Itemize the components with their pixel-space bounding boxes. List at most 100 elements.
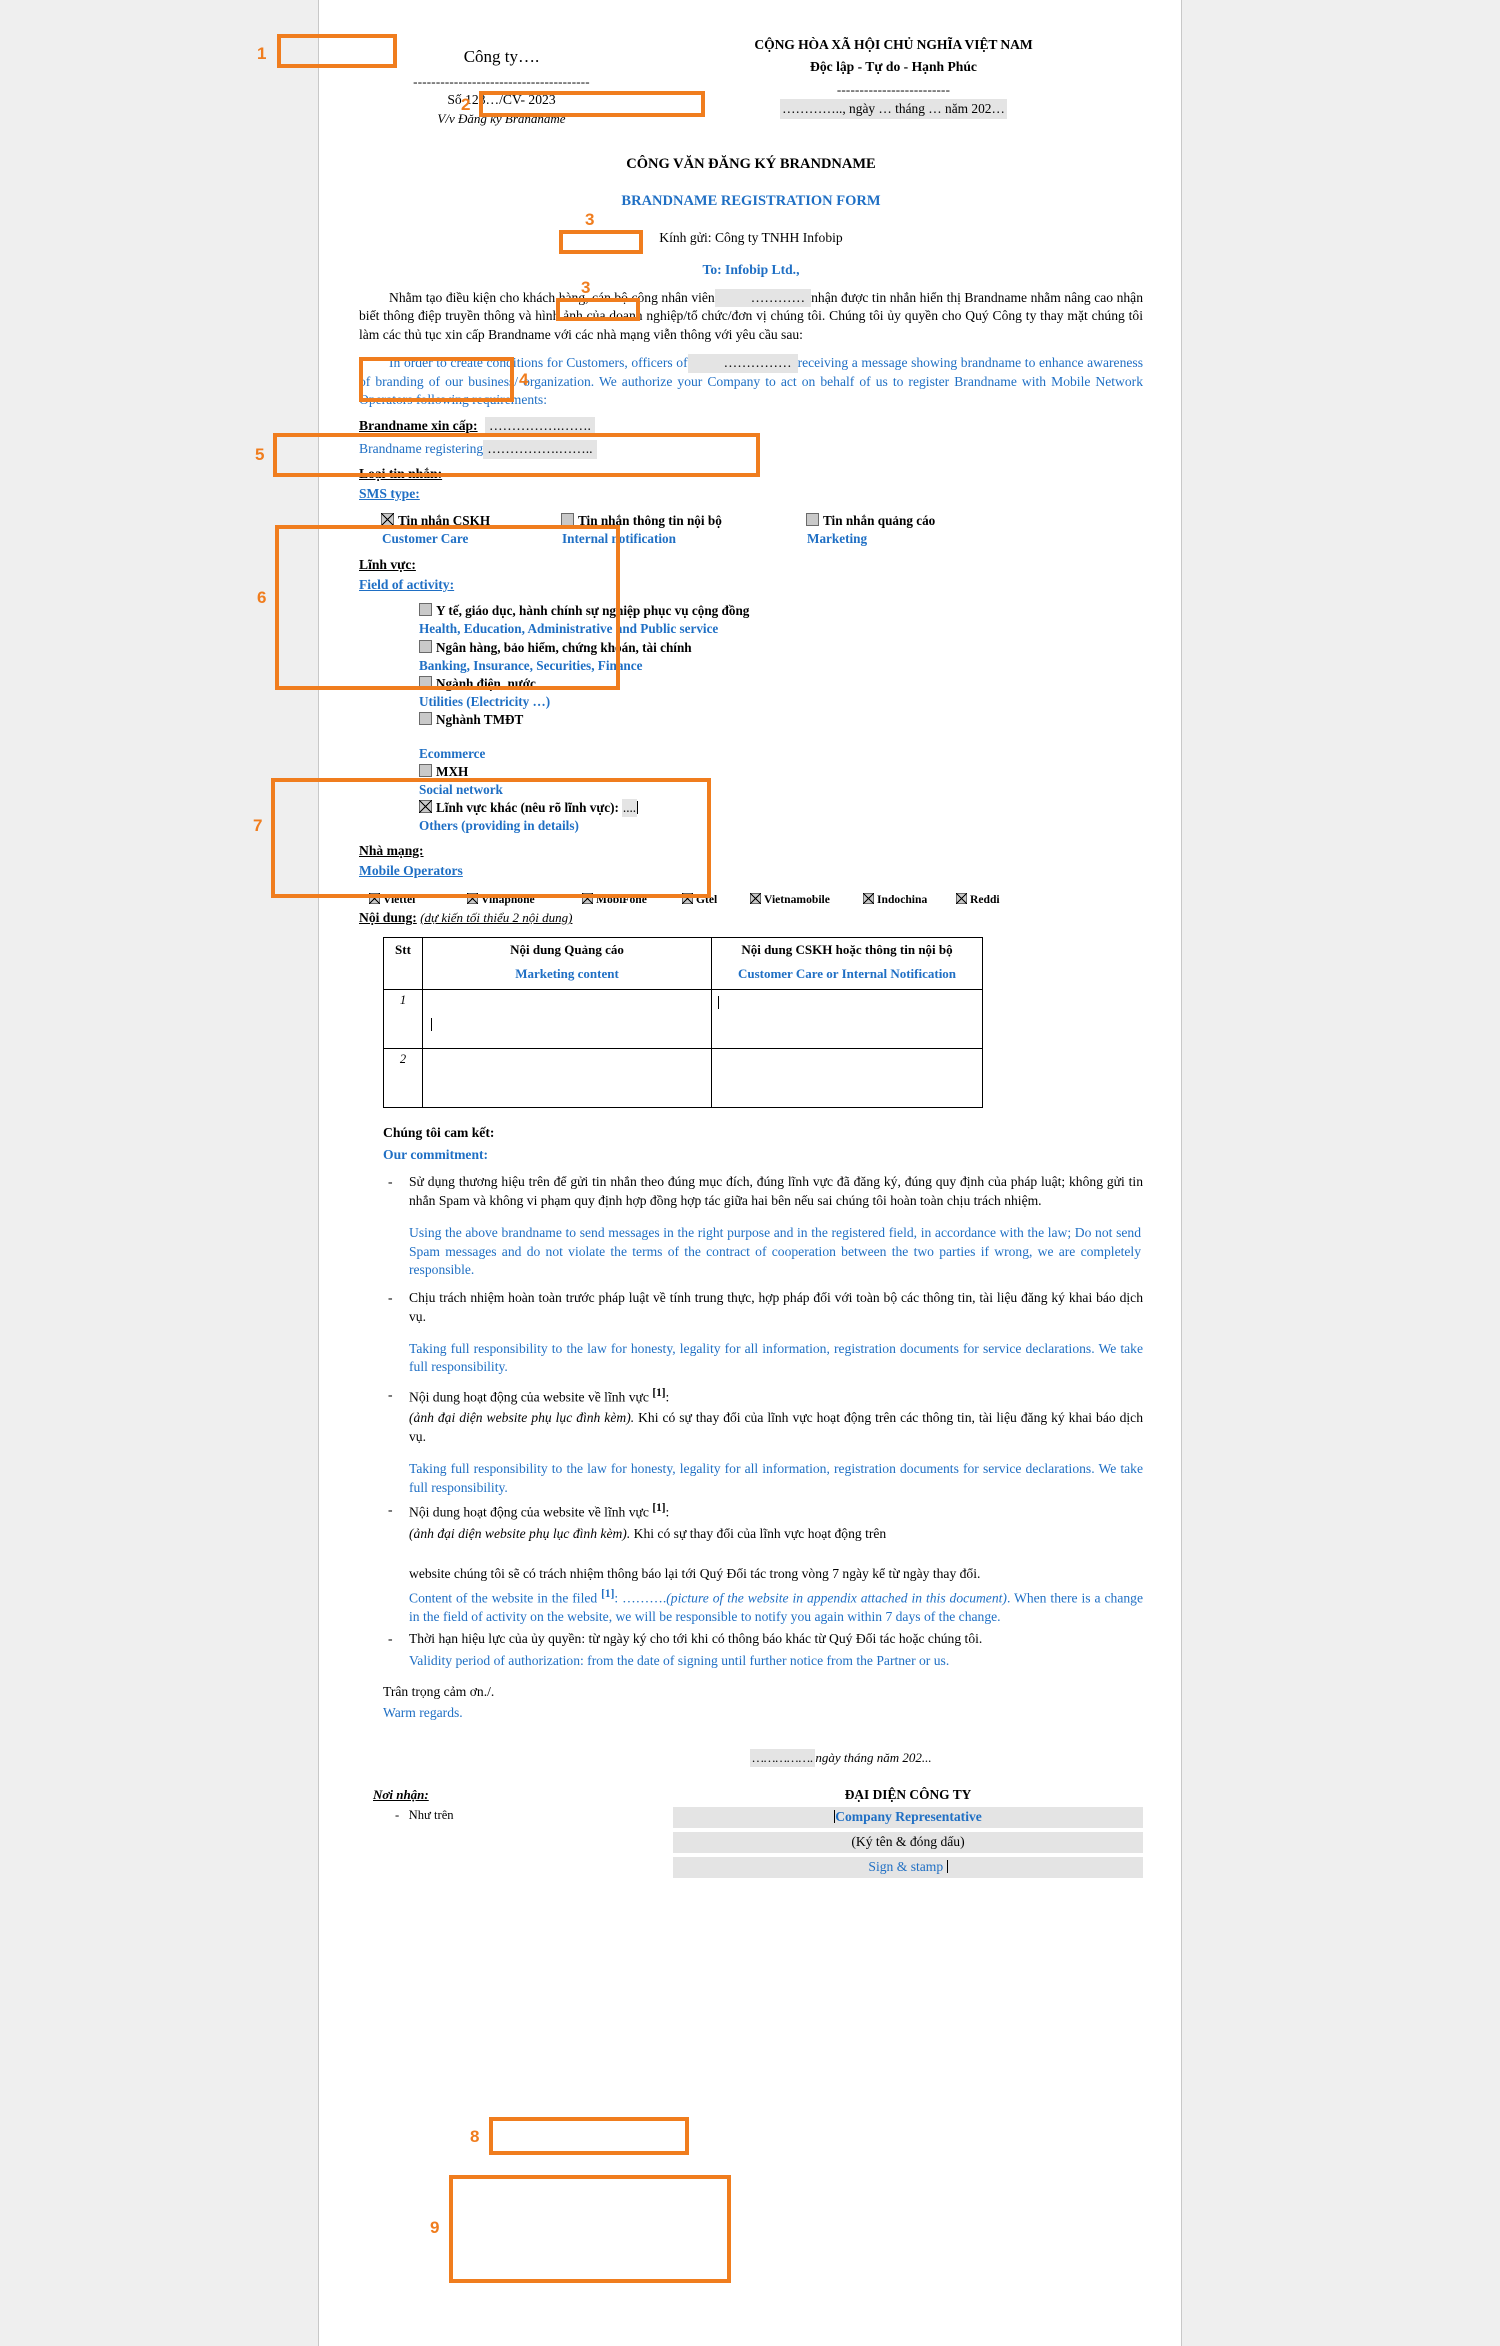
checkbox-checked-icon[interactable] [369, 893, 380, 905]
validity-en: Validity period of authorization: from t… [409, 1652, 950, 1668]
checkbox-icon[interactable] [419, 639, 432, 653]
header-left: Công ty…. ------------------------------… [359, 26, 644, 128]
brandname-vn-row: Brandname xin cấp: …………….……. [359, 417, 1143, 436]
thanks-en: Warm regards. [383, 1705, 463, 1721]
checkbox-icon[interactable] [419, 675, 432, 689]
foa-option-social-network[interactable]: MXH Social network [419, 763, 1143, 799]
operator-label: Vietnamobile [764, 893, 830, 907]
foa-option-utilities[interactable]: Ngành điện, nước Utilities (Electricity … [419, 675, 1143, 711]
checkbox-checked-icon[interactable] [582, 893, 593, 905]
sms-option-vn: Tin nhắn CSKH [381, 512, 561, 530]
operator-label: Gtel [696, 893, 718, 907]
sms-type-option-marketing[interactable]: Tin nhắn quảng cáo Marketing [806, 512, 935, 548]
foa-option-vn: Nghành TMĐT [419, 711, 1143, 729]
commitment-label-vn: Chúng tôi cam kết: [383, 1124, 495, 1140]
website-2-en-head: Content of the website in the filed [409, 1590, 598, 1606]
brandname-value-en[interactable]: …………….…….. [483, 439, 597, 459]
intro-en-part1: In order to create conditions for Custom… [389, 354, 688, 370]
checkbox-icon[interactable] [419, 712, 432, 726]
thanks-vn: Trân trọng cảm ơn./. [383, 1683, 495, 1699]
checkbox-checked-icon[interactable] [956, 893, 967, 905]
operator-viettel[interactable]: Viettel [369, 892, 467, 908]
table-cell-marketing[interactable] [422, 1047, 712, 1108]
checkbox-icon[interactable] [561, 513, 574, 527]
signature-block: Nơi nhận: - Như trên ĐẠI DIỆN CÔNG TY Co… [359, 1786, 1143, 1878]
checkbox-checked-icon[interactable] [750, 893, 761, 905]
company-representative-block: ĐẠI DIỆN CÔNG TY Company Representative … [673, 1786, 1143, 1878]
commitment-item-1-en: Using the above brandname to send messag… [409, 1224, 1141, 1278]
operator-indochina[interactable]: Indochina [863, 892, 956, 908]
annotation-number-7: 7 [253, 816, 263, 835]
text-cursor [637, 801, 639, 815]
page-title-en: BRANDNAME REGISTRATION FORM [621, 193, 881, 210]
annotation-number-8: 8 [470, 2127, 480, 2146]
checkbox-checked-icon[interactable] [419, 800, 432, 814]
table-cell-marketing[interactable] [422, 988, 712, 1049]
operator-label: Viettel [383, 893, 416, 907]
header-right: CỘNG HÒA XÃ HỘI CHỦ NGHĨA VIỆT NAM Độc l… [644, 26, 1143, 119]
operators-list: Viettel Vinaphone MobiFone Gtel Vietnamo… [359, 892, 1143, 908]
annotation-box-9 [449, 2175, 731, 2283]
annotation-number-9: 9 [430, 2218, 440, 2237]
signature-date-rest: ngày tháng năm 202... [815, 1750, 932, 1766]
foa-label-vn: MXH [436, 763, 469, 779]
operator-label: Reddi [970, 893, 1000, 907]
operator-reddi[interactable]: Reddi [956, 892, 1000, 908]
table-header-stt: Stt [383, 936, 423, 990]
operator-gtel[interactable]: Gtel [682, 892, 750, 908]
content-label-vn: Nội dung: [359, 910, 417, 926]
checkbox-icon[interactable] [806, 513, 819, 527]
checkbox-checked-icon[interactable] [381, 513, 394, 527]
checkbox-checked-icon[interactable] [682, 893, 693, 905]
operator-vietnamobile[interactable]: Vietnamobile [750, 892, 863, 908]
sign-note-en: Sign & stamp [868, 1858, 944, 1874]
commitment-item-1-vn: Sử dụng thương hiệu trên để gửi tin nhắn… [383, 1173, 1143, 1211]
website-2-head: Nội dung hoạt động của website về lĩnh v… [409, 1504, 649, 1520]
foa-option-banking[interactable]: Ngân hàng, bảo hiểm, chứng khoán, tài ch… [419, 639, 1143, 675]
annotation-number-6: 6 [257, 588, 267, 607]
operator-vinaphone[interactable]: Vinaphone [467, 892, 582, 908]
intro-paragraph-vn: Nhằm tạo điều kiện cho khách hàng, cán b… [359, 288, 1143, 345]
annotation-number-3a: 3 [585, 210, 595, 229]
foa-option-others[interactable]: Lĩnh vực khác (nêu rõ lĩnh vực):.... Oth… [419, 799, 1143, 835]
table-cell-care[interactable] [711, 988, 983, 1049]
brandname-value-vn[interactable]: …………….……. [485, 417, 595, 436]
website-2-rest2: website chúng tôi sẽ có trách nhiệm thôn… [409, 1566, 981, 1582]
operator-mobifone[interactable]: MobiFone [582, 892, 682, 908]
website-2-colon: : [665, 1504, 670, 1520]
table-cell-stt: 1 [383, 988, 423, 1049]
foa-option-health[interactable]: Y tế, giáo dục, hành chính sự nghiệp phụ… [419, 602, 1143, 638]
sms-option-label-en: Internal notification [562, 531, 676, 547]
sms-type-option-customer-care[interactable]: Tin nhắn CSKH Customer Care [381, 512, 561, 548]
website-item-2: Nội dung hoạt động của website về lĩnh v… [359, 1501, 1143, 1649]
foa-label-en: Health, Education, Administrative and Pu… [419, 621, 719, 637]
table-row: 2 [383, 1047, 983, 1108]
sign-note-vn: (Ký tên & đóng dấu) [673, 1832, 1143, 1853]
signature-date-blank[interactable]: ……………. [750, 1749, 816, 1768]
website-2-rest: Khi có sự thay đổi của lĩnh vực hoạt độn… [633, 1525, 887, 1541]
sms-option-label-vn: Tin nhắn quảng cáo [823, 513, 936, 529]
foa-others-value[interactable]: .... [621, 799, 638, 818]
website-2-en-footnote-ref: [1] [601, 1588, 615, 1601]
checkbox-icon[interactable] [419, 603, 432, 617]
sms-option-label-vn: Tin nhắn CSKH [398, 513, 491, 529]
rep-title-en: Company Representative [835, 1809, 982, 1825]
website-1-italic: (ảnh đại diện website phụ lục đình kèm). [409, 1410, 635, 1426]
sms-option-label-en: Customer Care [382, 531, 469, 547]
intro-vn-blank[interactable]: ………… [714, 288, 812, 308]
sms-option-vn: Tin nhắn thông tin nội bộ [561, 512, 806, 530]
date-field[interactable]: ………….., ngày … tháng … năm 202… [780, 98, 1007, 119]
sms-type-option-internal-notification[interactable]: Tin nhắn thông tin nội bộ Internal notif… [561, 512, 806, 548]
table-header-row: Stt Nội dung Quảng cáo Marketing content … [383, 936, 983, 990]
company-name-field[interactable]: Công ty…. [448, 42, 556, 71]
checkbox-icon[interactable] [419, 763, 432, 777]
intro-paragraph-en: In order to create conditions for Custom… [359, 353, 1143, 410]
checkbox-checked-icon[interactable] [863, 893, 874, 905]
intro-en-blank[interactable]: …………… [687, 353, 798, 373]
table-cell-care[interactable] [711, 1047, 983, 1108]
foa-option-ecommerce[interactable]: Nghành TMĐT Ecommerce [419, 711, 1143, 762]
website-1-en: Taking full responsibility to the law fo… [409, 1460, 1143, 1495]
recipients-item: - Như trên [395, 1807, 454, 1822]
checkbox-checked-icon[interactable] [467, 893, 478, 905]
annotation-number-1: 1 [257, 44, 267, 63]
